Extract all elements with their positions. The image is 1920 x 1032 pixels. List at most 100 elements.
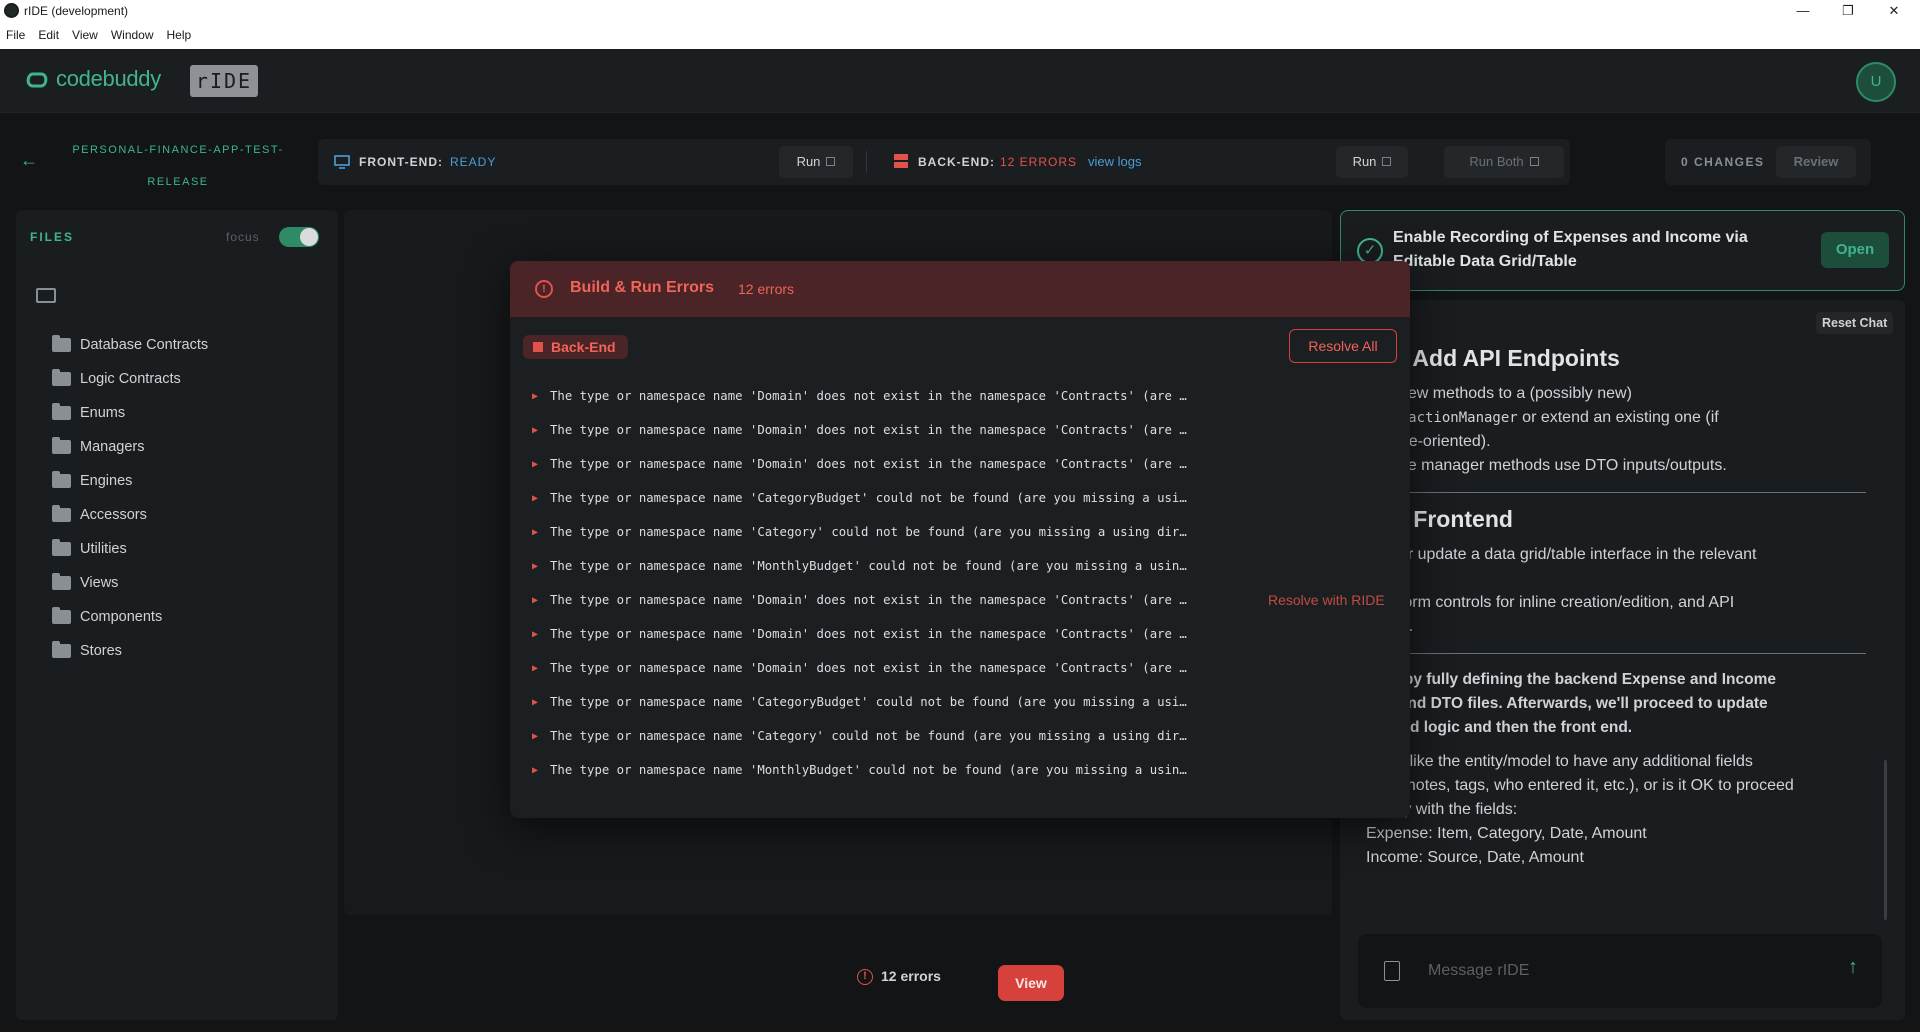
menu-bar: File Edit View Window Help: [0, 22, 1920, 49]
focus-toggle[interactable]: [279, 227, 319, 247]
backend-run-label: Run: [1352, 154, 1377, 169]
error-row[interactable]: ▶ The type or namespace name 'Category' c…: [530, 719, 1390, 753]
folder-item[interactable]: Stores: [52, 634, 208, 668]
user-avatar[interactable]: U: [1856, 62, 1896, 102]
caret-right-icon[interactable]: ▶: [532, 595, 538, 606]
caret-right-icon[interactable]: ▶: [532, 459, 538, 470]
chat-line: Add new methods to a (possibly new): [1366, 382, 1866, 406]
chat-line: strictly with the fields:: [1366, 801, 1518, 818]
error-row[interactable]: ▶ The type or namespace name 'CategoryBud…: [530, 685, 1390, 719]
error-row[interactable]: ▶ The type or namespace name 'Domain' doe…: [530, 413, 1390, 447]
menu-help[interactable]: Help: [161, 22, 199, 42]
folder-item[interactable]: Enums: [52, 396, 208, 430]
run-both-button[interactable]: Run Both: [1444, 146, 1564, 178]
error-row[interactable]: ▶ The type or namespace name 'Domain' doe…: [530, 583, 1390, 617]
build-errors-modal: ! Build & Run Errors 12 errors Back-End …: [510, 261, 1410, 818]
folder-label: Engines: [80, 473, 133, 489]
chat-scrollbar[interactable]: [1884, 760, 1887, 920]
caret-right-icon[interactable]: ▶: [532, 663, 538, 674]
modal-error-count: 12 errors: [738, 281, 795, 297]
open-task-button[interactable]: Open: [1821, 232, 1889, 268]
back-arrow-icon[interactable]: ←: [20, 150, 38, 171]
folder-item[interactable]: Engines: [52, 464, 208, 498]
monitor-icon: [334, 155, 350, 169]
chat-line: Add form controls for inline creation/ed…: [1366, 594, 1735, 611]
error-row[interactable]: ▶ The type or namespace name 'Domain' doe…: [530, 379, 1390, 413]
root-folder-icon[interactable]: [36, 288, 56, 303]
resolve-all-button[interactable]: Resolve All: [1289, 329, 1397, 363]
folder-icon: [52, 641, 71, 658]
reset-chat-button[interactable]: Reset Chat: [1816, 312, 1894, 334]
folder-item[interactable]: Components: [52, 600, 208, 634]
error-message: The type or namespace name 'MonthlyBudge…: [550, 763, 1187, 777]
minimize-button[interactable]: —: [1783, 1, 1823, 21]
backend-run-button[interactable]: Run: [1336, 146, 1408, 178]
caret-right-icon[interactable]: ▶: [532, 629, 538, 640]
folder-item[interactable]: Database Contracts: [52, 328, 208, 362]
app-header: codebuddy rIDE U: [0, 49, 1920, 113]
folder-label: Views: [80, 575, 119, 591]
error-row[interactable]: ▶ The type or namespace name 'MonthlyBudg…: [530, 549, 1390, 583]
run-icon: [826, 157, 836, 167]
maximize-button[interactable]: ❐: [1828, 1, 1868, 21]
error-message: The type or namespace name 'Category' co…: [550, 729, 1187, 743]
view-errors-button[interactable]: View: [998, 965, 1064, 1001]
menu-window[interactable]: Window: [105, 22, 161, 42]
folder-item[interactable]: Accessors: [52, 498, 208, 532]
folder-item[interactable]: Logic Contracts: [52, 362, 208, 396]
chat-input-box[interactable]: Message rIDE ↑: [1358, 934, 1882, 1008]
chat-panel: Reset Chat p 2: Add API Endpoints Add ne…: [1340, 300, 1905, 1020]
logo-text: codebuddy: [56, 66, 161, 91]
menu-view[interactable]: View: [66, 22, 105, 42]
folder-item[interactable]: Views: [52, 566, 208, 600]
error-row[interactable]: ▶ The type or namespace name 'Domain' doe…: [530, 651, 1390, 685]
backend-tag[interactable]: Back-End: [523, 335, 628, 359]
caret-right-icon[interactable]: ▶: [532, 425, 538, 436]
caret-right-icon[interactable]: ▶: [532, 561, 538, 572]
caret-right-icon[interactable]: ▶: [532, 493, 538, 504]
error-message: The type or namespace name 'Domain' does…: [550, 627, 1187, 641]
error-row[interactable]: ▶ The type or namespace name 'Domain' doe…: [530, 447, 1390, 481]
caret-right-icon[interactable]: ▶: [532, 527, 538, 538]
review-button[interactable]: Review: [1776, 146, 1856, 178]
bottom-error-label: 12 errors: [881, 968, 941, 984]
error-message: The type or namespace name 'MonthlyBudge…: [550, 559, 1187, 573]
folder-item[interactable]: Utilities: [52, 532, 208, 566]
caret-right-icon[interactable]: ▶: [532, 731, 538, 742]
attach-file-icon[interactable]: [1384, 961, 1400, 981]
error-row[interactable]: ▶ The type or namespace name 'CategoryBud…: [530, 481, 1390, 515]
server-icon: [894, 154, 908, 168]
run-icon: [1382, 157, 1392, 167]
error-message: The type or namespace name 'Domain' does…: [550, 593, 1187, 607]
chat-input-placeholder[interactable]: Message rIDE: [1428, 962, 1529, 980]
menu-file[interactable]: File: [0, 22, 32, 42]
run-bar: FRONT-END: READY Run BACK-END: 12 ERRORS…: [318, 139, 1570, 185]
run-icon: [1529, 157, 1539, 167]
view-logs-link[interactable]: view logs: [1088, 154, 1141, 169]
caret-right-icon[interactable]: ▶: [532, 391, 538, 402]
chat-line: Add or update a data grid/table interfac…: [1366, 546, 1757, 563]
error-row[interactable]: ▶ The type or namespace name 'Domain' doe…: [530, 617, 1390, 651]
caret-right-icon[interactable]: ▶: [532, 697, 538, 708]
ride-badge: rIDE: [190, 65, 258, 97]
send-arrow-icon[interactable]: ↑: [1848, 956, 1858, 979]
menu-edit[interactable]: Edit: [32, 22, 66, 42]
error-message: The type or namespace name 'CategoryBudg…: [550, 491, 1187, 505]
folder-item[interactable]: Managers: [52, 430, 208, 464]
folder-icon: [52, 505, 71, 522]
chat-line: (e.g., notes, tags, who entered it, etc.…: [1366, 777, 1794, 794]
app-icon: [4, 3, 19, 18]
folder-label: Enums: [80, 405, 126, 421]
backend-status: 12 ERRORS: [1000, 155, 1078, 169]
task-card: ✓ Enable Recording of Expenses and Incom…: [1340, 210, 1905, 291]
error-row[interactable]: ▶ The type or namespace name 'MonthlyBudg…: [530, 753, 1390, 787]
error-icon: !: [857, 969, 873, 986]
resolve-with-ride-button[interactable]: Resolve with RIDE: [1268, 592, 1385, 608]
focus-label: focus: [226, 230, 260, 244]
caret-right-icon[interactable]: ▶: [532, 765, 538, 776]
close-button[interactable]: ✕: [1874, 1, 1914, 21]
error-row[interactable]: ▶ The type or namespace name 'Category' c…: [530, 515, 1390, 549]
modal-header: ! Build & Run Errors 12 errors: [510, 261, 1410, 317]
frontend-run-button[interactable]: Run: [779, 146, 853, 178]
chat-line: Ensure manager methods use DTO inputs/ou…: [1366, 457, 1727, 474]
